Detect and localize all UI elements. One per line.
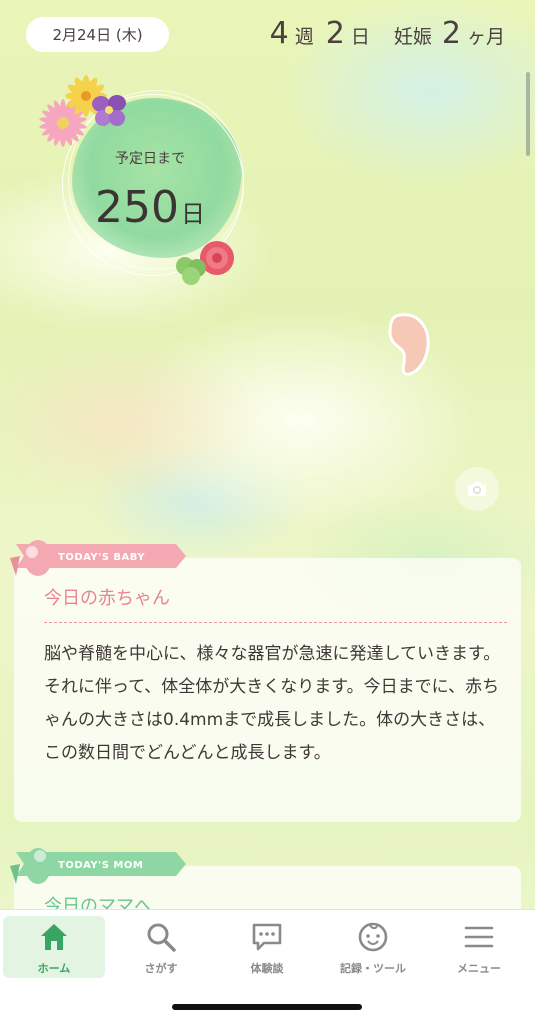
todays-baby-ribbon: TODAY'S BABY [10, 540, 186, 576]
baby-face-icon [358, 922, 388, 952]
countdown-number: 250 [95, 182, 179, 233]
search-icon [147, 923, 176, 952]
months-unit: ヶ月 [466, 26, 505, 48]
dashed-divider [44, 622, 507, 623]
days-unit: 日 [350, 26, 370, 48]
menu-icon [464, 926, 494, 948]
tab-label: さがす [144, 962, 178, 975]
chat-bubble-icon [252, 923, 282, 951]
pregnancy-label: 妊娠 [393, 26, 432, 48]
countdown-label: 予定日まで [115, 151, 185, 167]
purple-flower-icon [92, 95, 126, 126]
pregnancy-week-info: 4 週 2 日 妊娠 2 ヶ月 [270, 12, 505, 56]
tab-label: 記録・ツール [340, 962, 406, 975]
camera-button[interactable] [455, 467, 499, 511]
date-pill: 2月24日 (木) [26, 17, 169, 52]
current-date: 2月24日 (木) [52, 26, 143, 44]
baby-embryo-icon [388, 313, 430, 376]
countdown-value: 250日 [60, 182, 240, 233]
todays-baby-card[interactable]: 今日の赤ちゃん 脳や脊髄を中心に、様々な器官が急速に発達していきます。それに伴っ… [14, 558, 521, 822]
tab-label: メニュー [457, 962, 501, 975]
weeks-value: 4 [269, 16, 289, 51]
countdown-unit: 日 [180, 200, 205, 228]
home-indicator[interactable] [172, 1004, 362, 1010]
home-icon [41, 924, 67, 950]
todays-baby-body: 脳や脊髄を中心に、様々な器官が急速に発達していきます。それに伴って、体全体が大き… [44, 644, 501, 763]
todays-baby-ribbon-text: TODAY'S BABY [58, 552, 145, 563]
tab-home[interactable]: ホーム [3, 916, 105, 978]
tab-search[interactable]: さがす [110, 916, 212, 978]
tab-label: 体験談 [250, 962, 284, 975]
camera-icon [468, 482, 486, 496]
scrollbar[interactable] [526, 72, 530, 156]
tab-records-tools[interactable]: 記録・ツール [322, 916, 424, 978]
tab-experiences[interactable]: 体験談 [216, 916, 318, 978]
tab-menu[interactable]: メニュー [428, 916, 530, 978]
months-value: 2 [441, 16, 461, 51]
todays-mom-ribbon-text: TODAY'S MOM [58, 860, 143, 871]
todays-mom-ribbon: TODAY'S MOM [10, 848, 186, 884]
todays-baby-title: 今日の赤ちゃん [44, 588, 170, 609]
days-value: 2 [325, 16, 345, 51]
weeks-unit: 週 [294, 26, 314, 48]
green-leaf-icon [176, 257, 206, 285]
tab-label: ホーム [37, 962, 71, 975]
